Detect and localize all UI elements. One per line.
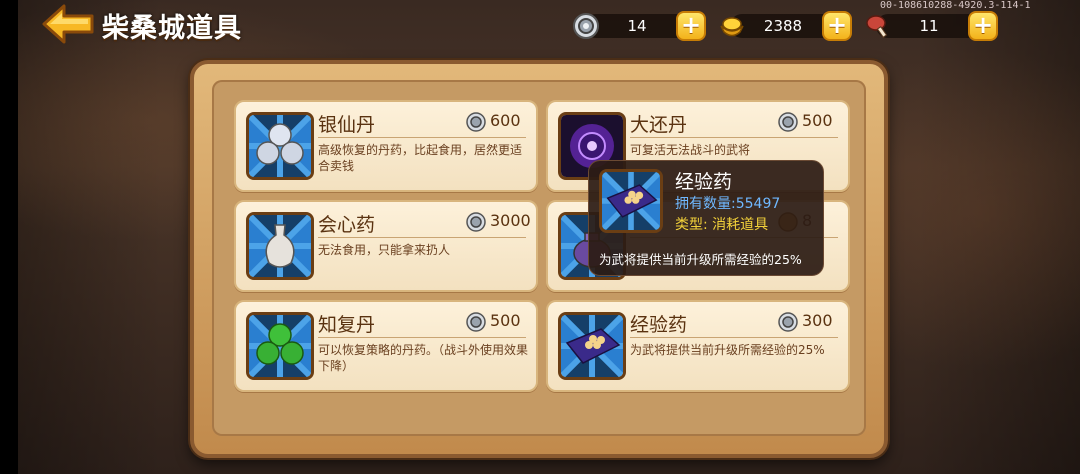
item-price: 500 xyxy=(490,311,521,330)
divider xyxy=(318,137,526,138)
shop-item-strategy-pill[interactable]: 知复丹 500 可以恢复策略的丹药。（战斗外使用效果下降） xyxy=(234,300,538,392)
divider xyxy=(630,137,838,138)
white-vase-icon xyxy=(246,212,314,280)
divider xyxy=(630,337,838,338)
exp-cloth-icon xyxy=(599,169,663,233)
resource-gold: 2388 + xyxy=(718,11,858,41)
item-description: 无法食用，只能拿来扔人 xyxy=(318,243,451,257)
back-button[interactable] xyxy=(40,2,96,46)
add-gold-button[interactable]: + xyxy=(822,11,852,41)
silver-coin-icon xyxy=(466,212,486,232)
silver-coin-icon xyxy=(778,312,798,332)
item-description: 高级恢复的丹药，比起食用，居然更适合卖钱 xyxy=(318,143,523,173)
item-price: 600 xyxy=(490,111,521,130)
silver-coin-icon xyxy=(778,112,798,132)
page-title: 柴桑城道具 xyxy=(102,13,242,44)
item-price: 3000 xyxy=(490,211,531,230)
silver-pills-icon xyxy=(246,112,314,180)
exp-cloth-icon xyxy=(558,312,626,380)
tooltip-item-name: 经验药 xyxy=(675,171,733,193)
divider xyxy=(318,237,526,238)
meat-icon xyxy=(866,15,888,38)
item-price: 500 xyxy=(802,111,833,130)
shop-item-exp-potion[interactable]: 经验药 300 为武将提供当前升级所需经验的25% xyxy=(546,300,850,392)
item-name: 经验药 xyxy=(630,314,688,336)
silver-coin-icon xyxy=(466,112,486,132)
divider xyxy=(318,337,526,338)
tooltip-owned-count: 拥有数量:55497 xyxy=(675,196,781,212)
item-name: 知复丹 xyxy=(318,314,376,336)
add-silver-button[interactable]: + xyxy=(676,11,706,41)
item-description: 可以恢复策略的丹药。（战斗外使用效果下降） xyxy=(318,343,529,373)
tooltip-description: 为武将提供当前升级所需经验的25% xyxy=(599,252,802,267)
silver-coin-icon xyxy=(573,13,599,39)
item-tooltip: 经验药 拥有数量:55497 类型: 消耗道具 为武将提供当前升级所需经验的25… xyxy=(588,160,824,276)
back-arrow-icon xyxy=(42,4,94,44)
add-food-button[interactable]: + xyxy=(968,11,998,41)
resource-silver: 14 + xyxy=(572,11,712,41)
resource-food: 11 + xyxy=(864,11,1004,41)
item-description: 可复活无法战斗的武将 xyxy=(630,143,751,157)
green-pills-icon xyxy=(246,312,314,380)
gold-ingot-icon xyxy=(720,17,744,37)
item-name: 银仙丹 xyxy=(318,114,376,136)
tooltip-item-type: 类型: 消耗道具 xyxy=(675,217,769,233)
left-edge-bar xyxy=(0,0,18,474)
version-label: 00-108610288-4920.3-114-1 xyxy=(880,0,1031,11)
silver-coin-icon xyxy=(466,312,486,332)
shop-item-crit-potion[interactable]: 会心药 3000 无法食用，只能拿来扔人 xyxy=(234,200,538,292)
item-price: 300 xyxy=(802,311,833,330)
item-name: 会心药 xyxy=(318,214,376,236)
shop-item-silver-pill[interactable]: 银仙丹 600 高级恢复的丹药，比起食用，居然更适合卖钱 xyxy=(234,100,538,192)
item-name: 大还丹 xyxy=(630,114,688,136)
item-description: 为武将提供当前升级所需经验的25% xyxy=(630,343,825,357)
